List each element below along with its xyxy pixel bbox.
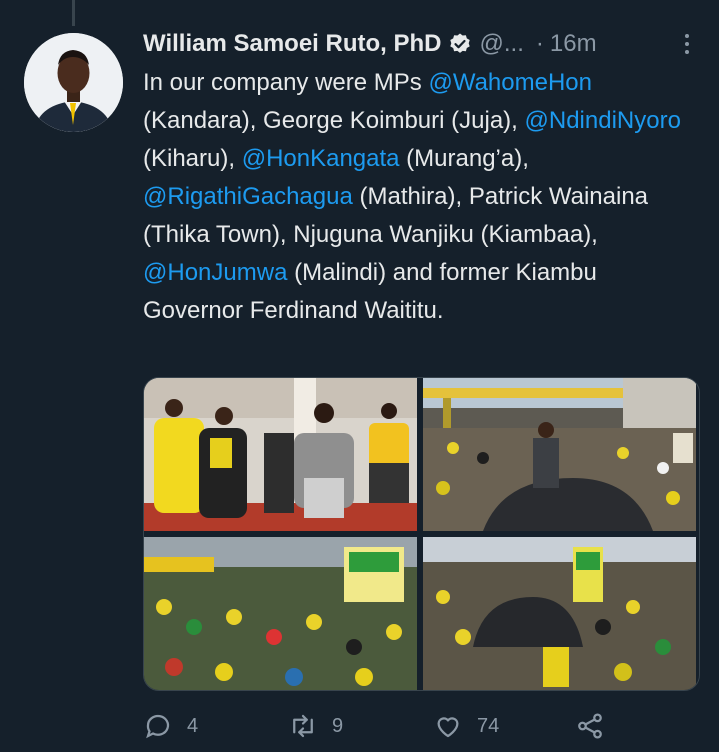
photo-seated-guests[interactable] bbox=[144, 378, 417, 531]
retweet-button[interactable]: 9 bbox=[288, 706, 343, 746]
share-icon bbox=[578, 713, 602, 739]
media-grid bbox=[143, 377, 700, 691]
action-bar: 4 9 74 bbox=[143, 706, 703, 746]
photo-crowd-banners[interactable] bbox=[144, 537, 417, 690]
reply-count: 4 bbox=[187, 714, 199, 737]
share-button[interactable] bbox=[575, 706, 605, 746]
tweet-text: In our company were MPs @WahomeHon (Kand… bbox=[143, 64, 703, 330]
verified-badge-icon bbox=[449, 33, 470, 53]
mention-link[interactable]: @HonKangata bbox=[242, 145, 400, 172]
mention-link[interactable]: @NdindiNyoro bbox=[525, 107, 681, 134]
avatar[interactable] bbox=[24, 33, 123, 132]
text-segment: (Kandara), George Koimburi (Juja), bbox=[143, 107, 525, 134]
mention-link[interactable]: @HonJumwa bbox=[143, 259, 287, 286]
reply-button[interactable]: 4 bbox=[143, 706, 198, 746]
author-name[interactable]: William Samoei Ruto, PhD bbox=[143, 30, 442, 58]
tweet-header: William Samoei Ruto, PhD @... · 16m bbox=[143, 26, 699, 62]
like-count: 74 bbox=[477, 714, 500, 737]
like-icon bbox=[437, 717, 459, 738]
separator-dot: · bbox=[535, 30, 544, 57]
like-button[interactable]: 74 bbox=[433, 706, 499, 746]
retweet-icon bbox=[293, 714, 313, 738]
thread-line bbox=[72, 0, 75, 26]
author-handle[interactable]: @... bbox=[480, 30, 524, 58]
text-segment: (Murang’a), bbox=[399, 145, 529, 172]
mention-link[interactable]: @WahomeHon bbox=[428, 69, 592, 96]
more-icon[interactable] bbox=[675, 32, 699, 56]
timestamp[interactable]: 16m bbox=[550, 30, 597, 58]
retweet-count: 9 bbox=[332, 714, 344, 737]
text-segment: (Kiharu), bbox=[143, 145, 242, 172]
mention-link[interactable]: @RigathiGachagua bbox=[143, 183, 353, 210]
text-segment: In our company were MPs bbox=[143, 69, 429, 96]
photo-street-crowd[interactable] bbox=[423, 537, 696, 690]
reply-icon bbox=[146, 714, 170, 739]
photo-car-rally[interactable] bbox=[423, 378, 696, 531]
